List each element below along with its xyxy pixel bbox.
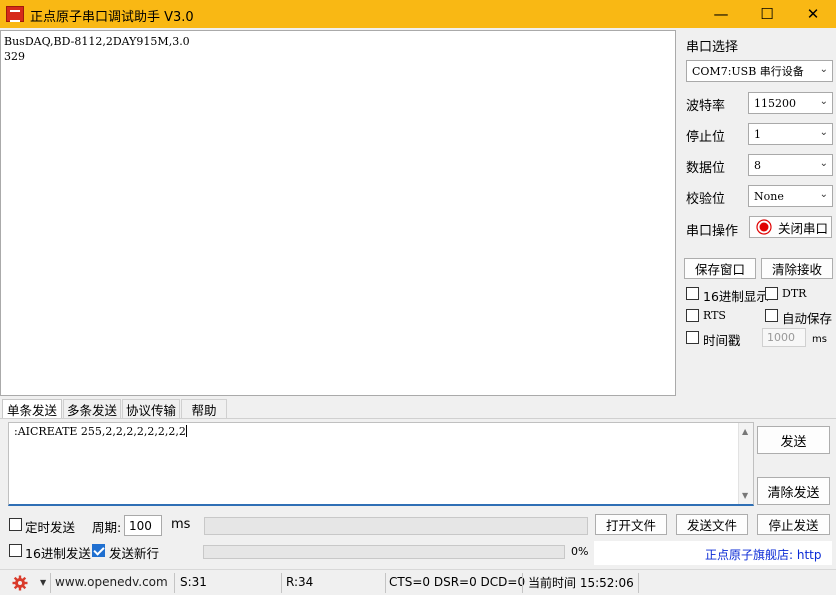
app-logo-icon [6,6,24,22]
parity-value: None [754,189,784,203]
hex-send-label: 16进制发送 [25,546,91,561]
chevron-down-icon: ⌄ [819,64,828,75]
clear-send-button[interactable]: 清除发送 [757,477,830,505]
chevron-down-icon: ⌄ [819,158,828,169]
auto-save-label: 自动保存 [782,311,833,326]
baud-value: 115200 [754,96,796,110]
tab-single-send[interactable]: 单条发送 [2,399,62,418]
parity-select[interactable]: None ⌄ [748,185,833,207]
timestamp-interval-input[interactable]: 1000 [762,328,806,347]
stop-send-button[interactable]: 停止发送 [757,514,830,535]
send-button[interactable]: 发送 [757,426,830,454]
dtr-label: DTR [782,287,807,300]
close-window-button[interactable]: ✕ [790,0,836,28]
parity-label: 校验位 [686,192,726,207]
scroll-up-icon[interactable]: ▲ [742,427,748,436]
timestamp-label: 时间戳 [703,333,741,348]
chevron-down-icon: ⌄ [819,189,828,200]
timed-send-label: 定时发送 [25,520,76,535]
timestamp-checkbox[interactable] [686,331,699,344]
period-input[interactable]: 100 [124,515,162,536]
period-unit: ms [171,517,191,532]
store-link[interactable]: 正点原子旗舰店: http [705,546,827,563]
data-bits-value: 8 [754,158,761,172]
data-bits-select[interactable]: 8 ⌄ [748,154,833,176]
timed-send-checkbox[interactable] [9,518,22,531]
clear-receive-button[interactable]: 清除接收 [761,258,833,279]
data-bits-label: 数据位 [686,161,726,176]
chevron-down-icon: ⌄ [819,96,828,107]
send-textarea[interactable]: :AICREATE 255,2,2,2,2,2,2,2,2 [8,422,754,506]
auto-save-checkbox[interactable] [765,309,778,322]
tab-divider [0,418,836,419]
website-link[interactable]: www.openedv.com [51,573,168,591]
receive-textarea[interactable]: BusDAQ,BD-8112,2DAY915M,3.0 329 [0,30,676,396]
hex-display-checkbox[interactable] [686,287,699,300]
minimize-button[interactable]: — [698,0,744,28]
close-port-button[interactable]: 关闭串口 [749,216,832,238]
gear-icon[interactable] [12,575,28,591]
status-separator [638,573,639,593]
window-title: 正点原子串口调试助手 V3.0 [30,10,194,25]
sent-count: S:31 [180,575,207,589]
tab-help[interactable]: 帮助 [181,399,227,418]
file-send-percent: 0% [571,545,589,558]
received-count: R:34 [286,575,314,589]
tab-multi-send[interactable]: 多条发送 [63,399,121,418]
send-newline-label: 发送新行 [109,546,160,561]
port-select[interactable]: COM7:USB 串行设备 ⌄ [686,60,833,82]
chevron-down-icon: ⌄ [819,127,828,138]
save-window-button[interactable]: 保存窗口 [684,258,756,279]
port-operation-label: 串口操作 [686,224,739,239]
timestamp-unit: ms [812,334,827,345]
line-signals: CTS=0 DSR=0 DCD=0 [389,575,526,589]
status-separator [174,573,175,593]
send-text: :AICREATE 255,2,2,2,2,2,2,2,2 [14,425,186,438]
send-progress-track-top [204,517,588,535]
period-label: 周期: [92,520,122,535]
send-scrollbar[interactable]: ▲ ▼ [738,423,753,504]
port-status-icon [756,219,772,235]
close-port-label: 关闭串口 [778,220,829,236]
tab-protocol[interactable]: 协议传输 [122,399,180,418]
scroll-down-icon[interactable]: ▼ [742,491,748,500]
dtr-checkbox[interactable] [765,287,778,300]
rts-label: RTS [703,309,726,322]
hex-send-checkbox[interactable] [9,544,22,557]
stop-bits-value: 1 [754,127,761,141]
stop-bits-select[interactable]: 1 ⌄ [748,123,833,145]
rts-checkbox[interactable] [686,309,699,322]
baud-label: 波特率 [686,99,726,114]
file-send-progress-bar [203,545,565,559]
text-cursor [185,425,187,437]
stop-bits-label: 停止位 [686,130,726,145]
port-select-value: COM7:USB 串行设备 [692,65,804,78]
hex-display-label: 16进制显示 [703,289,769,304]
open-file-button[interactable]: 打开文件 [595,514,667,535]
port-select-label: 串口选择 [686,40,739,55]
maximize-button[interactable]: ☐ [744,0,790,28]
dropdown-caret-icon[interactable]: ▼ [40,578,46,587]
current-time: 当前时间 15:52:06 [528,575,634,590]
send-file-button[interactable]: 发送文件 [676,514,748,535]
send-newline-checkbox[interactable] [92,544,105,557]
status-separator [522,573,523,593]
baud-select[interactable]: 115200 ⌄ [748,92,833,114]
